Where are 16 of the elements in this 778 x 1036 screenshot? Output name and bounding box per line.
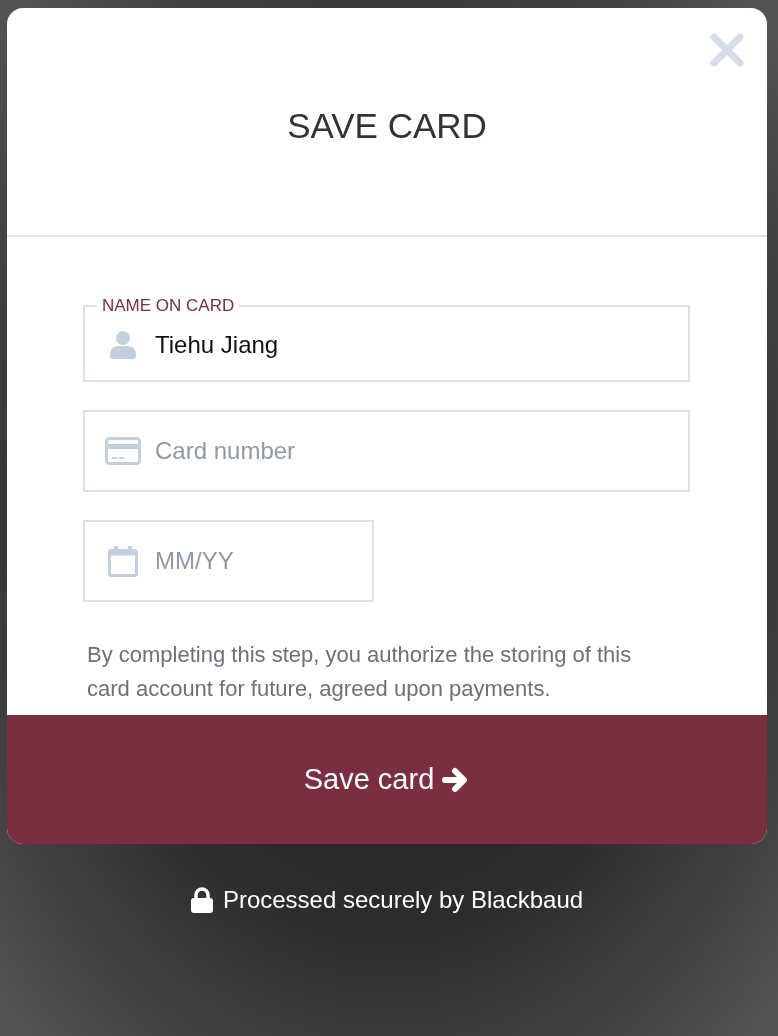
authorization-notice: By completing this step, you authorize the storing of this card account for future, agreed upon payments. [87, 641, 633, 703]
close-button[interactable] [709, 32, 745, 68]
expiry-field[interactable]: MM/YY [83, 520, 374, 602]
save-card-button[interactable]: Save card [7, 715, 767, 844]
name-input[interactable]: Tiehu Jiang [155, 331, 670, 359]
field-label: NAME ON CARD [101, 296, 236, 316]
card-number-input[interactable]: Card number [155, 437, 670, 465]
name-field[interactable]: NAME ON CARD Tiehu Jiang [83, 296, 690, 382]
dialog-title: SAVE CARD [287, 104, 487, 146]
calendar-icon [108, 545, 138, 577]
security-note: Processed securely by Blackbaud [222, 886, 584, 914]
expiry-input[interactable]: MM/YY [155, 547, 354, 575]
credit-card-icon [105, 437, 141, 465]
card-number-field[interactable]: Card number [83, 410, 690, 492]
lock-icon [190, 887, 213, 913]
person-icon [110, 331, 136, 359]
